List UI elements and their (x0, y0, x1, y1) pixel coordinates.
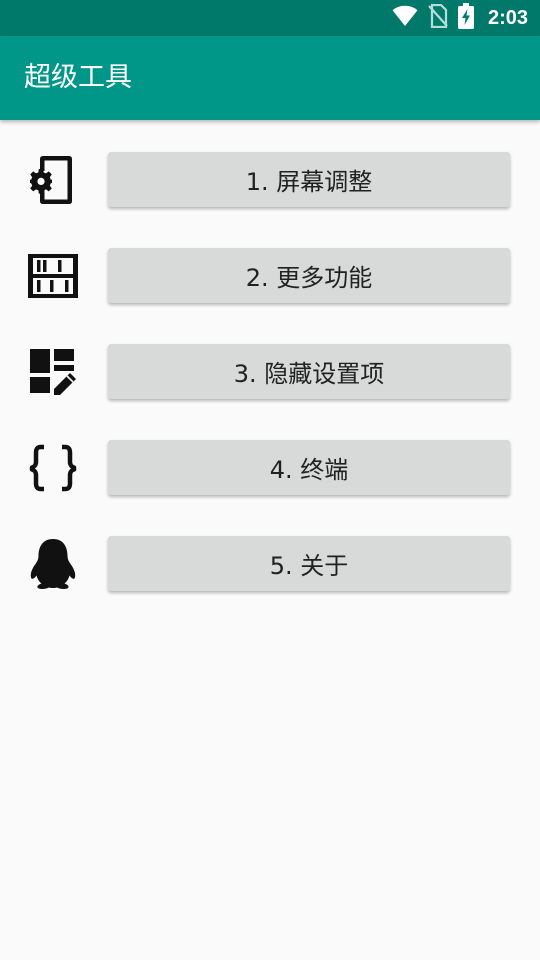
about-button[interactable]: 5. 关于 (108, 536, 510, 591)
status-icons: 2:03 (392, 0, 528, 36)
hidden-settings-button[interactable]: 3. 隐藏设置项 (108, 344, 510, 399)
dashboard-edit-icon (26, 344, 80, 400)
status-bar: 2:03 (0, 0, 540, 36)
more-functions-button[interactable]: 2. 更多功能 (108, 248, 510, 303)
abacus-icon (26, 248, 80, 304)
menu-row-hidden-settings: 3. 隐藏设置项 (0, 344, 540, 400)
qq-penguin-icon (26, 536, 80, 592)
battery-charging-icon (457, 3, 474, 33)
terminal-button[interactable]: 4. 终端 (108, 440, 510, 495)
status-time: 2:03 (487, 6, 528, 29)
app-bar: 超级工具 (0, 36, 540, 120)
code-braces-icon (26, 440, 80, 496)
menu-row-more-functions: 2. 更多功能 (0, 248, 540, 304)
menu-row-terminal: 4. 终端 (0, 440, 540, 496)
phone-settings-icon (26, 152, 80, 208)
app-title: 超级工具 (24, 62, 132, 93)
menu-list: 1. 屏幕调整 2. 更多功能 3. 隐藏设置项 4. 终端 5. 关于 (0, 152, 540, 632)
menu-row-screen-adjust: 1. 屏幕调整 (0, 152, 540, 208)
wifi-icon (392, 5, 418, 31)
menu-row-about: 5. 关于 (0, 536, 540, 592)
screen-adjust-button[interactable]: 1. 屏幕调整 (108, 152, 510, 207)
no-sim-icon (428, 3, 448, 32)
